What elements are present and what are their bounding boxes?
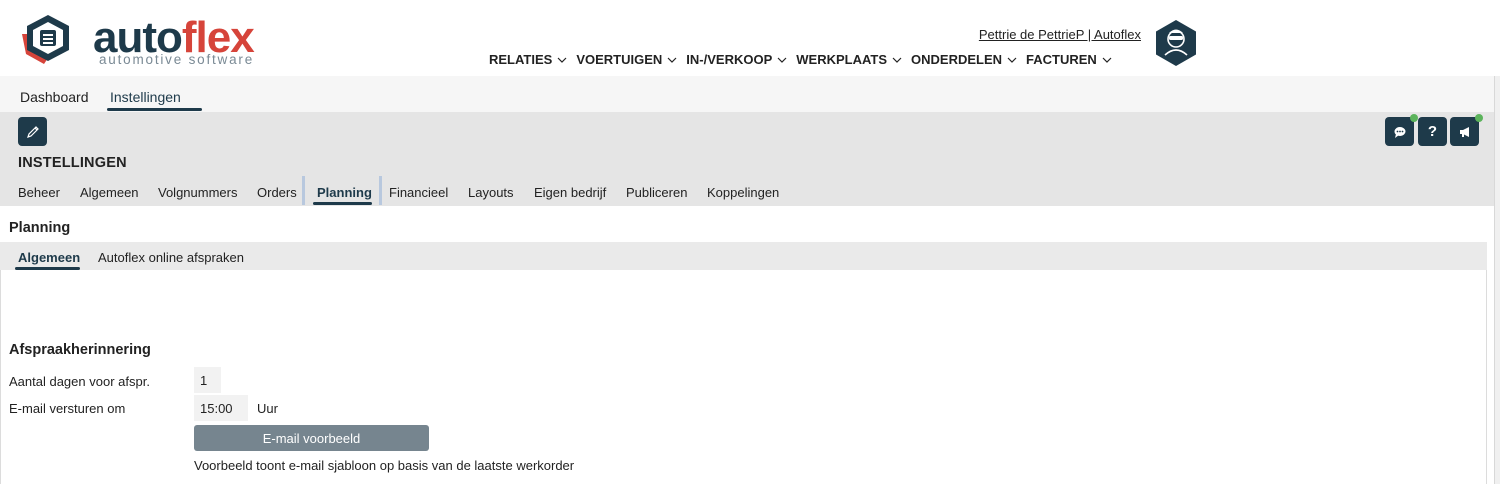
- settings-tab-koppelingen[interactable]: Koppelingen: [707, 185, 779, 200]
- settings-tab-planning-underline: [313, 202, 372, 205]
- autoflex-logo[interactable]: autoflex automotive software: [18, 12, 258, 68]
- logo-tagline: automotive software: [99, 52, 255, 67]
- planning-tab-online-afspraken[interactable]: Autoflex online afspraken: [98, 250, 244, 265]
- header: autoflex automotive software Pettrie de …: [0, 0, 1500, 76]
- section-title-planning: Planning: [9, 220, 71, 236]
- chat-notification-dot: [1410, 114, 1418, 122]
- settings-tab-planning[interactable]: Planning: [317, 185, 372, 200]
- settings-tab-algemeen[interactable]: Algemeen: [80, 185, 139, 200]
- nav-in-verkoop[interactable]: IN-/VERKOOP: [686, 52, 787, 67]
- tab-separator: [379, 176, 382, 205]
- announcements-button[interactable]: [1450, 117, 1479, 146]
- main-navigation: RELATIES VOERTUIGEN IN-/VERKOOP WERKPLAA…: [489, 52, 1121, 67]
- megaphone-icon: [1459, 126, 1469, 137]
- nav-onderdelen[interactable]: ONDERDELEN: [911, 52, 1017, 67]
- email-preview-note: Voorbeeld toont e-mail sjabloon op basis…: [194, 458, 575, 473]
- nav-facturen[interactable]: FACTUREN: [1026, 52, 1112, 67]
- nav-in-verkoop-label: IN-/VERKOOP: [686, 52, 773, 67]
- tab-separator: [302, 176, 305, 205]
- reminder-block-title: Afspraakherinnering: [9, 342, 151, 358]
- tab-dashboard[interactable]: Dashboard: [20, 89, 89, 105]
- nav-relaties-label: RELATIES: [489, 52, 553, 67]
- nav-onderdelen-label: ONDERDELEN: [911, 52, 1003, 67]
- help-button[interactable]: ?: [1418, 117, 1447, 146]
- chevron-down-icon: [777, 57, 787, 63]
- nav-voertuigen[interactable]: VOERTUIGEN: [576, 52, 677, 67]
- send-time-input[interactable]: [194, 395, 248, 421]
- chevron-down-icon: [1102, 57, 1112, 63]
- settings-tab-layouts[interactable]: Layouts: [468, 185, 514, 200]
- user-avatar-icon[interactable]: [1154, 19, 1198, 67]
- content-border-right: [1486, 270, 1487, 484]
- nav-facturen-label: FACTUREN: [1026, 52, 1097, 67]
- settings-tab-orders[interactable]: Orders: [257, 185, 297, 200]
- right-edge-panel: [1494, 76, 1500, 484]
- days-before-label: Aantal dagen voor afspr.: [9, 374, 150, 389]
- planning-tab-algemeen-underline: [15, 267, 80, 270]
- chat-button[interactable]: [1385, 117, 1414, 146]
- nav-voertuigen-label: VOERTUIGEN: [576, 52, 663, 67]
- settings-tab-volgnummers[interactable]: Volgnummers: [158, 185, 237, 200]
- page-title: INSTELLINGEN: [18, 155, 127, 171]
- content-border-left: [0, 270, 1, 484]
- settings-tab-publiceren[interactable]: Publiceren: [626, 185, 687, 200]
- planning-tab-algemeen[interactable]: Algemeen: [18, 250, 80, 265]
- tab-instellingen[interactable]: Instellingen: [110, 89, 181, 105]
- settings-tab-beheer[interactable]: Beheer: [18, 185, 60, 200]
- edit-button[interactable]: [18, 117, 47, 146]
- nav-relaties[interactable]: RELATIES: [489, 52, 567, 67]
- autoflex-logo-icon: [22, 15, 69, 64]
- settings-tab-financieel[interactable]: Financieel: [389, 185, 448, 200]
- email-preview-button[interactable]: E-mail voorbeeld: [194, 425, 429, 451]
- pencil-icon: [26, 125, 39, 138]
- settings-tab-eigen-bedrijf[interactable]: Eigen bedrijf: [534, 185, 606, 200]
- nav-werkplaats[interactable]: WERKPLAATS: [796, 52, 902, 67]
- chevron-down-icon: [557, 57, 567, 63]
- chevron-down-icon: [892, 57, 902, 63]
- nav-werkplaats-label: WERKPLAATS: [796, 52, 888, 67]
- top-tab-bar: Dashboard Instellingen: [0, 76, 1500, 112]
- send-time-label: E-mail versturen om: [9, 401, 126, 416]
- help-icon: ?: [1427, 123, 1438, 140]
- user-account-link[interactable]: Pettrie de PettrieP | Autoflex: [979, 27, 1141, 42]
- announcements-notification-dot: [1475, 114, 1483, 122]
- tab-instellingen-underline: [107, 108, 202, 111]
- days-before-input[interactable]: [194, 367, 221, 393]
- chevron-down-icon: [667, 57, 677, 63]
- time-unit-label: Uur: [257, 401, 278, 416]
- chevron-down-icon: [1007, 57, 1017, 63]
- chat-icon: [1394, 126, 1405, 138]
